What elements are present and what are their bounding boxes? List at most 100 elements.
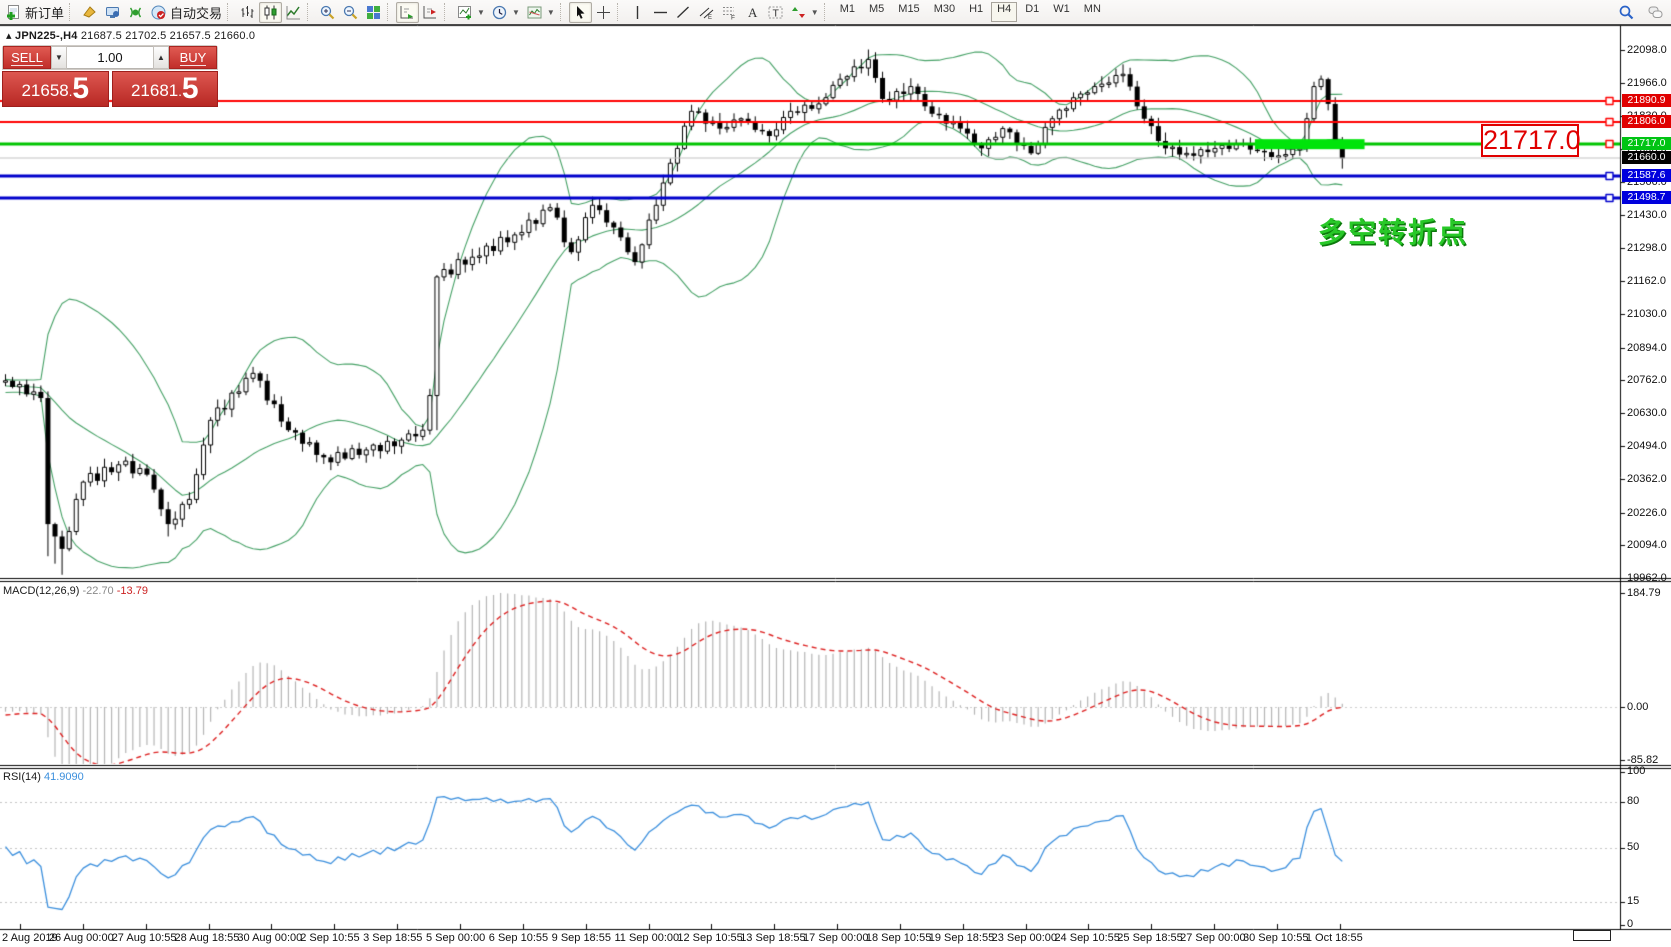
- rsi-axis-label: 15: [1627, 895, 1639, 907]
- candle-chart-button[interactable]: [259, 2, 282, 23]
- svg-text:F: F: [731, 14, 735, 21]
- template-icon: [526, 4, 543, 21]
- macd-signal-value: -13.79: [117, 585, 148, 597]
- linechart-icon: [285, 4, 302, 21]
- vline-button[interactable]: [626, 2, 649, 23]
- time-axis-label: 26 Aug 00:00: [49, 932, 114, 944]
- toolbar-separator: [387, 3, 394, 21]
- fibo-button[interactable]: F: [718, 2, 741, 23]
- text-a-icon: A: [744, 4, 761, 21]
- indicators-button[interactable]: ▼: [453, 2, 488, 23]
- time-axis-label: 1 Oct 18:55: [1306, 932, 1363, 944]
- search-button[interactable]: [1615, 2, 1638, 23]
- price-axis-tick-label: 20894.0: [1627, 342, 1667, 354]
- label-button[interactable]: T: [764, 2, 787, 23]
- sell-price-panel[interactable]: 21658.5: [2, 71, 109, 107]
- price-axis-tick-label: 21298.0: [1627, 242, 1667, 254]
- svg-text:T: T: [772, 7, 779, 19]
- chart-symbol-title: ▴ JPN225-,H4 21687.5 21702.5 21657.5 216…: [6, 29, 255, 42]
- dropdown-arrow-icon[interactable]: ▼: [547, 8, 555, 17]
- tile-windows-button[interactable]: [362, 2, 385, 23]
- mql-community-button[interactable]: [78, 2, 101, 23]
- new-order-button[interactable]: 新订单: [2, 2, 67, 23]
- price-axis-tick-label: 20630.0: [1627, 407, 1667, 419]
- zoom-out-icon: [342, 4, 359, 21]
- price-level-tag[interactable]: 21587.6: [1622, 169, 1671, 182]
- zoom-in-button[interactable]: [316, 2, 339, 23]
- tf-m30-button[interactable]: M30: [928, 2, 961, 22]
- periods-button[interactable]: ▼: [488, 2, 523, 23]
- price-level-tag[interactable]: 21498.7: [1622, 191, 1671, 204]
- rsi-axis-label: 100: [1627, 765, 1645, 777]
- dropdown-arrow-icon[interactable]: ▼: [512, 8, 520, 17]
- macd-axis-label: 0.00: [1627, 701, 1648, 713]
- svg-text:E: E: [708, 15, 712, 21]
- channel-button[interactable]: E: [695, 2, 718, 23]
- price-level-tag[interactable]: 21890.9: [1622, 94, 1671, 107]
- time-axis-label: 18 Sep 10:55: [866, 932, 931, 944]
- zoom-out-button[interactable]: [339, 2, 362, 23]
- chart-plot-area[interactable]: [0, 0, 1671, 947]
- toolbar-separator: [444, 3, 451, 21]
- tf-h1-button[interactable]: H1: [963, 2, 989, 22]
- tf-d1-button-label: D1: [1025, 3, 1039, 15]
- time-axis-label: 13 Sep 18:55: [740, 932, 805, 944]
- rsi-axis-label: 80: [1627, 795, 1639, 807]
- trendline-icon: [675, 4, 692, 21]
- tf-m30-button-label: M30: [934, 3, 955, 15]
- chat-button[interactable]: [1644, 2, 1667, 23]
- horizontal-scrollbar-thumb[interactable]: [1573, 930, 1611, 941]
- volume-input[interactable]: 1.00: [67, 46, 153, 69]
- buy-price-panel[interactable]: 21681.5: [112, 71, 219, 107]
- cursor-button[interactable]: [569, 2, 592, 23]
- sell-button[interactable]: SELL: [3, 46, 51, 69]
- hline-button[interactable]: [649, 2, 672, 23]
- price-level-tag[interactable]: 21717.0: [1622, 137, 1671, 150]
- shapes-button[interactable]: ▼: [787, 2, 822, 23]
- buy-button[interactable]: BUY: [169, 46, 217, 69]
- tf-w1-button[interactable]: W1: [1047, 2, 1076, 22]
- autotrade-button[interactable]: 自动交易: [147, 2, 225, 23]
- tf-mn-button[interactable]: MN: [1078, 2, 1107, 22]
- price-level-tag[interactable]: 21660.0: [1622, 151, 1671, 164]
- signals-button[interactable]: [124, 2, 147, 23]
- time-axis-label: 9 Sep 18:55: [552, 932, 611, 944]
- gold-arrow-icon: [81, 4, 98, 21]
- chinese-annotation-text: 多空转折点: [1318, 211, 1468, 251]
- templates-button[interactable]: ▼: [523, 2, 558, 23]
- chart-shift-button[interactable]: [419, 2, 442, 23]
- svg-text:A: A: [748, 5, 758, 20]
- dropdown-arrow-icon[interactable]: ▼: [811, 8, 819, 17]
- bar-chart-button[interactable]: [236, 2, 259, 23]
- tf-h4-button[interactable]: H4: [991, 2, 1017, 22]
- profile-button[interactable]: [101, 2, 124, 23]
- trendline-button[interactable]: [672, 2, 695, 23]
- tf-m1-button[interactable]: M1: [834, 2, 861, 22]
- tf-m5-button[interactable]: M5: [863, 2, 890, 22]
- doc-plus-icon: [5, 4, 22, 21]
- price-axis-tick-label: 21966.0: [1627, 77, 1667, 89]
- text-button[interactable]: A: [741, 2, 764, 23]
- tf-m5-button-label: M5: [869, 3, 884, 15]
- time-axis-label: 2 Sep 10:55: [300, 932, 359, 944]
- vline-icon: [629, 4, 646, 21]
- volume-increase-button[interactable]: ▲: [153, 46, 169, 69]
- macd-axis-label: 184.79: [1627, 587, 1661, 599]
- tf-h1-button-label: H1: [969, 3, 983, 15]
- auto-scroll-button[interactable]: [396, 2, 419, 23]
- hline-icon: [652, 4, 669, 21]
- dropdown-arrow-icon[interactable]: ▼: [477, 8, 485, 17]
- tf-d1-button[interactable]: D1: [1019, 2, 1045, 22]
- price-level-tag[interactable]: 21806.0: [1622, 115, 1671, 128]
- volume-decrease-button[interactable]: ▼: [51, 46, 67, 69]
- fibo-icon: F: [721, 4, 738, 21]
- price-callout-box[interactable]: 21717.0: [1481, 124, 1579, 157]
- time-axis-label: 6 Sep 10:55: [489, 932, 548, 944]
- line-chart-button[interactable]: [282, 2, 305, 23]
- monitor-icon: [104, 4, 121, 21]
- price-axis-tick-label: 20362.0: [1627, 473, 1667, 485]
- time-axis-label: 5 Sep 00:00: [426, 932, 485, 944]
- tf-m15-button[interactable]: M15: [892, 2, 925, 22]
- crosshair-button[interactable]: [592, 2, 615, 23]
- cursor-icon: [572, 4, 589, 21]
